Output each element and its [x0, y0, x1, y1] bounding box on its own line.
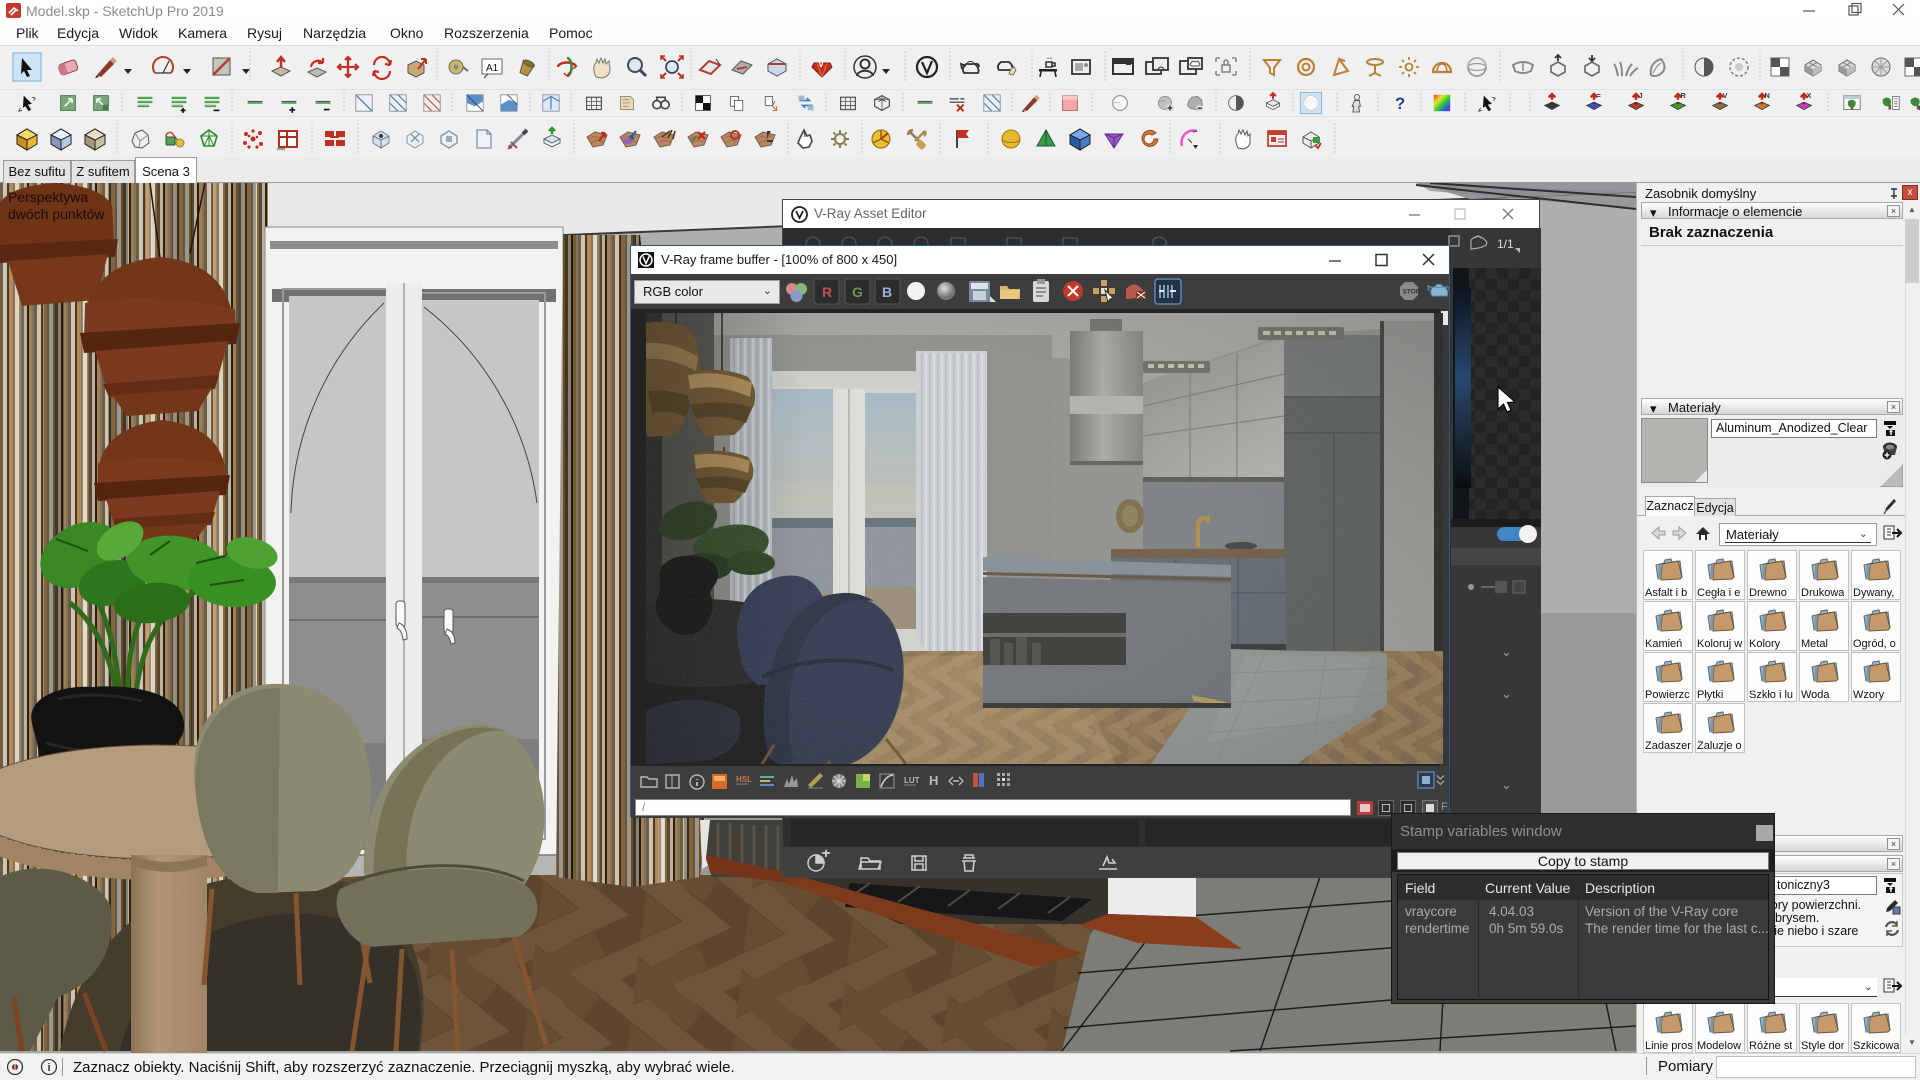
svg-text:Perspektywa: Perspektywa	[8, 189, 88, 205]
svg-text:=: =	[1596, 91, 1600, 100]
svg-text:HSL: HSL	[736, 775, 752, 784]
svg-text:N: N	[1764, 91, 1769, 100]
svg-text:R: R	[1680, 91, 1686, 100]
svg-text:X: X	[1806, 91, 1811, 100]
svg-text:G: G	[852, 284, 863, 300]
svg-text:dwóch punktów: dwóch punktów	[8, 206, 105, 222]
svg-text:R: R	[822, 284, 832, 300]
svg-text:i: i	[47, 1062, 50, 1074]
svg-text:B: B	[882, 284, 892, 300]
svg-text:V: V	[818, 59, 824, 69]
svg-text:?: ?	[1395, 95, 1405, 113]
svg-text:J: J	[1638, 91, 1642, 100]
svg-text:V: V	[1722, 91, 1727, 100]
svg-text:H: H	[929, 773, 938, 788]
svg-text:1/1: 1/1	[1497, 237, 1514, 251]
svg-text:STOP: STOP	[1403, 289, 1421, 296]
svg-text:A1: A1	[486, 63, 499, 74]
svg-text:LUT: LUT	[904, 776, 920, 785]
